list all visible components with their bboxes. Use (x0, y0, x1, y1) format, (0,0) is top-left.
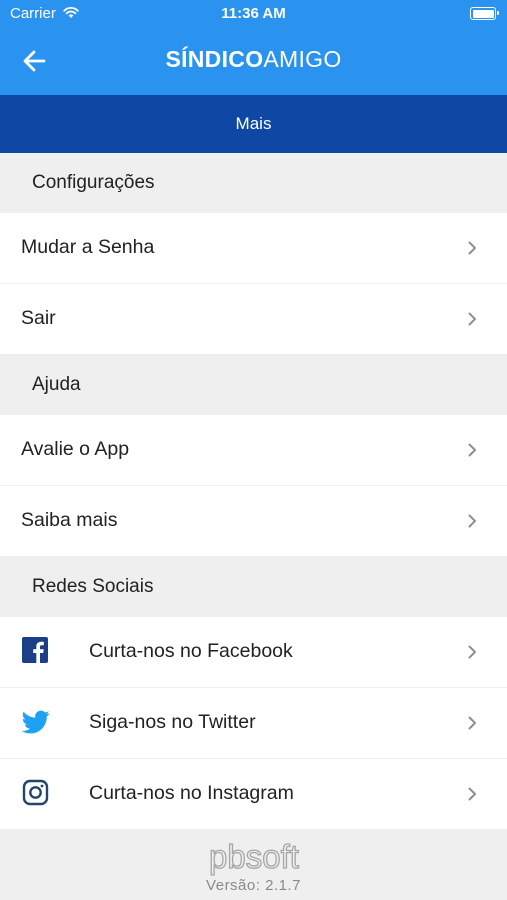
menu-item-label: Curta-nos no Facebook (89, 640, 293, 662)
section-header-redes-sociais: Redes Sociais (0, 557, 507, 617)
menu-item-twitter[interactable]: Siga-nos no Twitter (0, 688, 507, 758)
chevron-right-icon (468, 787, 476, 801)
footer: pbsoft Versão: 2.1.7 (0, 823, 507, 900)
chevron-right-icon (468, 241, 476, 255)
menu-item-label: Siga-nos no Twitter (89, 711, 256, 733)
menu-item-label: Avalie o App (21, 438, 130, 460)
chevron-right-icon (468, 514, 476, 528)
section-header-configuracoes: Configurações (0, 153, 507, 213)
app-title-bold: SÍNDICO (165, 46, 264, 72)
chevron-right-icon (468, 645, 476, 659)
menu-item-label: Sair (21, 307, 56, 329)
app-title-light: AMIGO (263, 46, 342, 72)
menu-item-instagram[interactable]: Curta-nos no Instagram (0, 759, 507, 829)
status-time: 11:36 AM (221, 5, 286, 22)
menu-item-label: Saiba mais (21, 509, 118, 531)
menu-item-label: Mudar a Senha (21, 236, 155, 258)
chevron-right-icon (468, 716, 476, 730)
facebook-icon (22, 637, 48, 663)
twitter-icon (22, 710, 50, 734)
settings-list: Configurações Mudar a Senha Sair Ajuda A… (0, 153, 507, 829)
version-label: Versão: 2.1.7 (206, 877, 301, 894)
navigation-bar: SÍNDICOAMIGO (0, 28, 507, 95)
menu-item-avalie-app[interactable]: Avalie o App (0, 415, 507, 485)
page-title: Mais (0, 95, 507, 153)
menu-item-saiba-mais[interactable]: Saiba mais (0, 486, 507, 556)
menu-item-sair[interactable]: Sair (0, 284, 507, 354)
app-title: SÍNDICOAMIGO (0, 46, 507, 73)
chevron-right-icon (468, 312, 476, 326)
pbsoft-logo-text: pbsoft (209, 839, 299, 875)
status-bar: Carrier 11:36 AM (0, 0, 507, 28)
menu-item-mudar-senha[interactable]: Mudar a Senha (0, 213, 507, 283)
menu-item-facebook[interactable]: Curta-nos no Facebook (0, 617, 507, 687)
pbsoft-logo: pbsoft (208, 839, 299, 876)
section-header-ajuda: Ajuda (0, 355, 507, 415)
instagram-icon (22, 779, 49, 806)
battery-icon (470, 7, 499, 20)
menu-item-label: Curta-nos no Instagram (89, 782, 294, 804)
chevron-right-icon (468, 443, 476, 457)
